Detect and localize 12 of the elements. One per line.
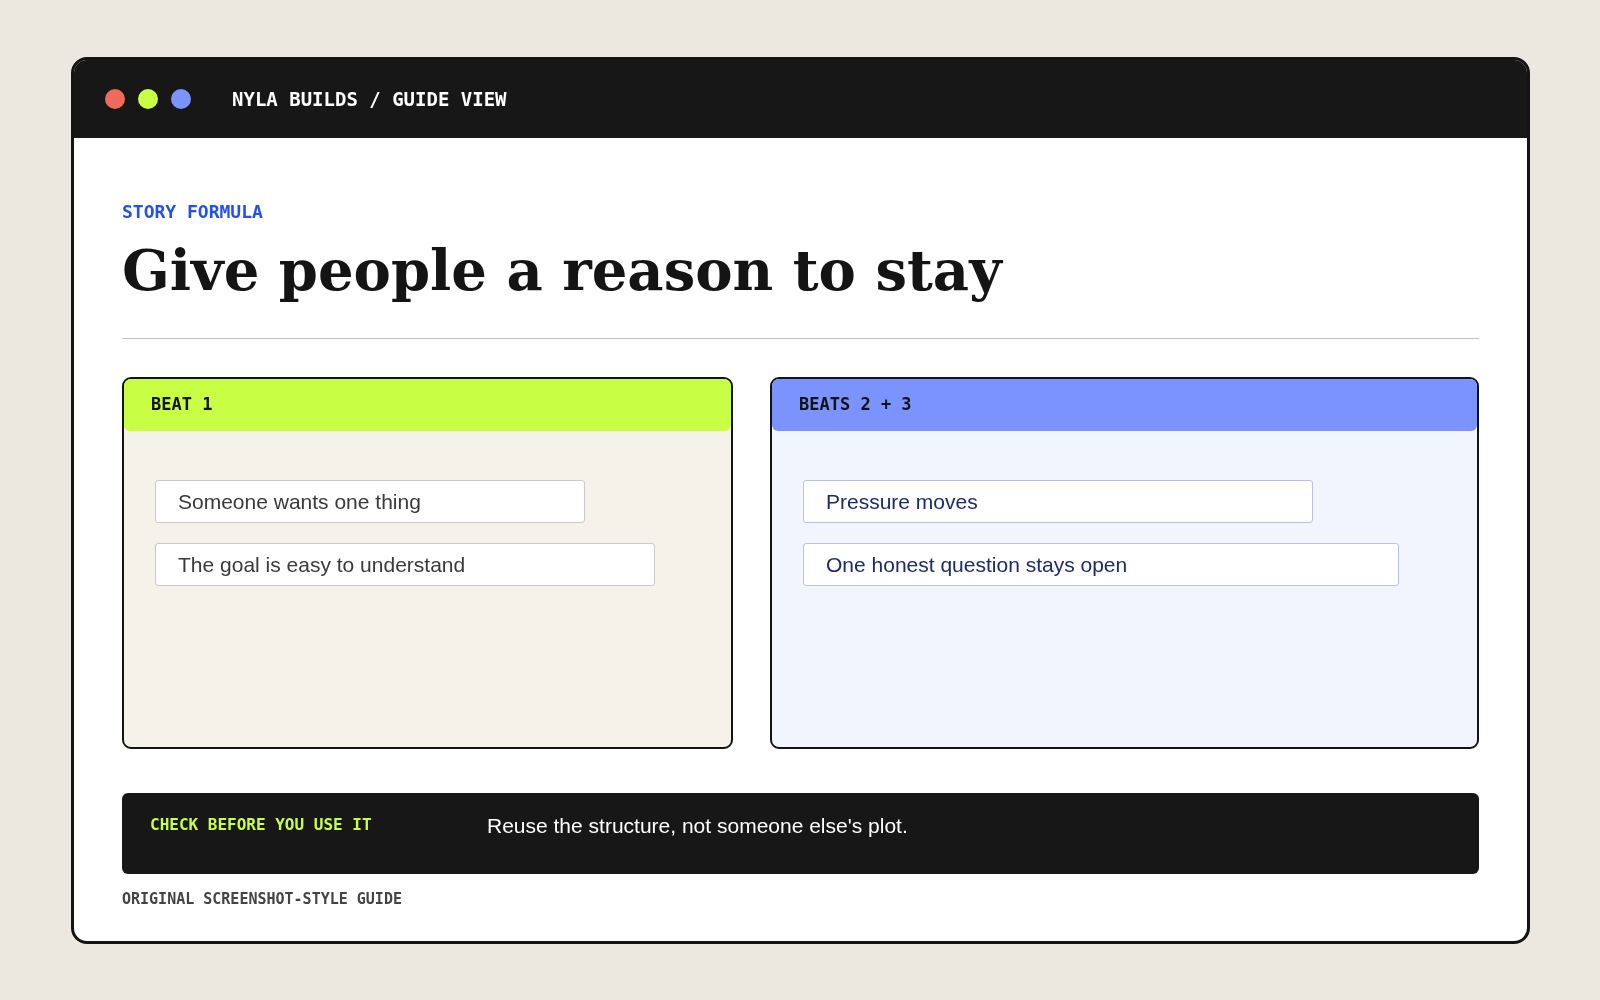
page-heading: Give people a reason to stay (122, 236, 1004, 305)
card-label: BEATS 2 + 3 (799, 393, 912, 417)
callout-label: CHECK BEFORE YOU USE IT (150, 814, 373, 836)
beat-chip: The goal is easy to understand (155, 543, 655, 586)
window-title: NYLA BUILDS / GUIDE VIEW (232, 86, 507, 112)
footer-caption: ORIGINAL SCREENSHOT-STYLE GUIDE (122, 889, 403, 910)
beat-chip: Pressure moves (803, 480, 1313, 523)
callout-text: Reuse the structure, not someone else's plot. (487, 813, 908, 839)
beat-chip: Someone wants one thing (155, 480, 585, 523)
beat-chip: One honest question stays open (803, 543, 1399, 586)
eyebrow-label: STORY FORMULA (122, 200, 264, 224)
card-label: BEAT 1 (151, 393, 213, 417)
